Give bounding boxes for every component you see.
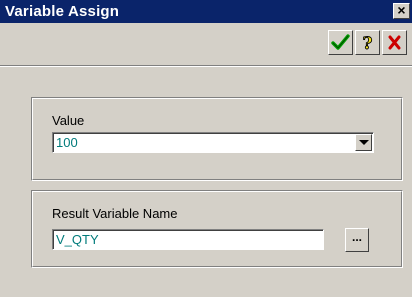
check-icon bbox=[331, 34, 350, 50]
result-variable-label: Result Variable Name bbox=[52, 206, 178, 221]
browse-button[interactable]: ... bbox=[345, 228, 369, 252]
ok-button[interactable] bbox=[328, 30, 353, 55]
result-variable-value: V_QTY bbox=[56, 232, 99, 247]
svg-text:?: ? bbox=[363, 34, 373, 52]
chevron-down-icon[interactable] bbox=[355, 134, 372, 151]
value-group: Value 100 bbox=[31, 97, 403, 181]
value-selected: 100 bbox=[56, 135, 78, 150]
question-icon: ? bbox=[362, 34, 373, 52]
value-label: Value bbox=[52, 113, 85, 128]
cancel-button[interactable] bbox=[382, 30, 407, 55]
variable-assign-dialog: Variable Assign × ? Value 100 Result Var… bbox=[0, 0, 412, 297]
help-button[interactable]: ? bbox=[355, 30, 380, 55]
toolbar: ? bbox=[0, 23, 412, 66]
cross-icon bbox=[388, 35, 401, 50]
result-variable-input[interactable]: V_QTY bbox=[52, 229, 324, 250]
result-variable-group: Result Variable Name V_QTY ... bbox=[31, 190, 403, 268]
close-button[interactable]: × bbox=[393, 3, 410, 19]
title-bar[interactable]: Variable Assign × bbox=[0, 0, 412, 23]
value-dropdown[interactable]: 100 bbox=[52, 132, 374, 153]
close-icon: × bbox=[397, 2, 406, 18]
window-title: Variable Assign bbox=[5, 3, 120, 20]
